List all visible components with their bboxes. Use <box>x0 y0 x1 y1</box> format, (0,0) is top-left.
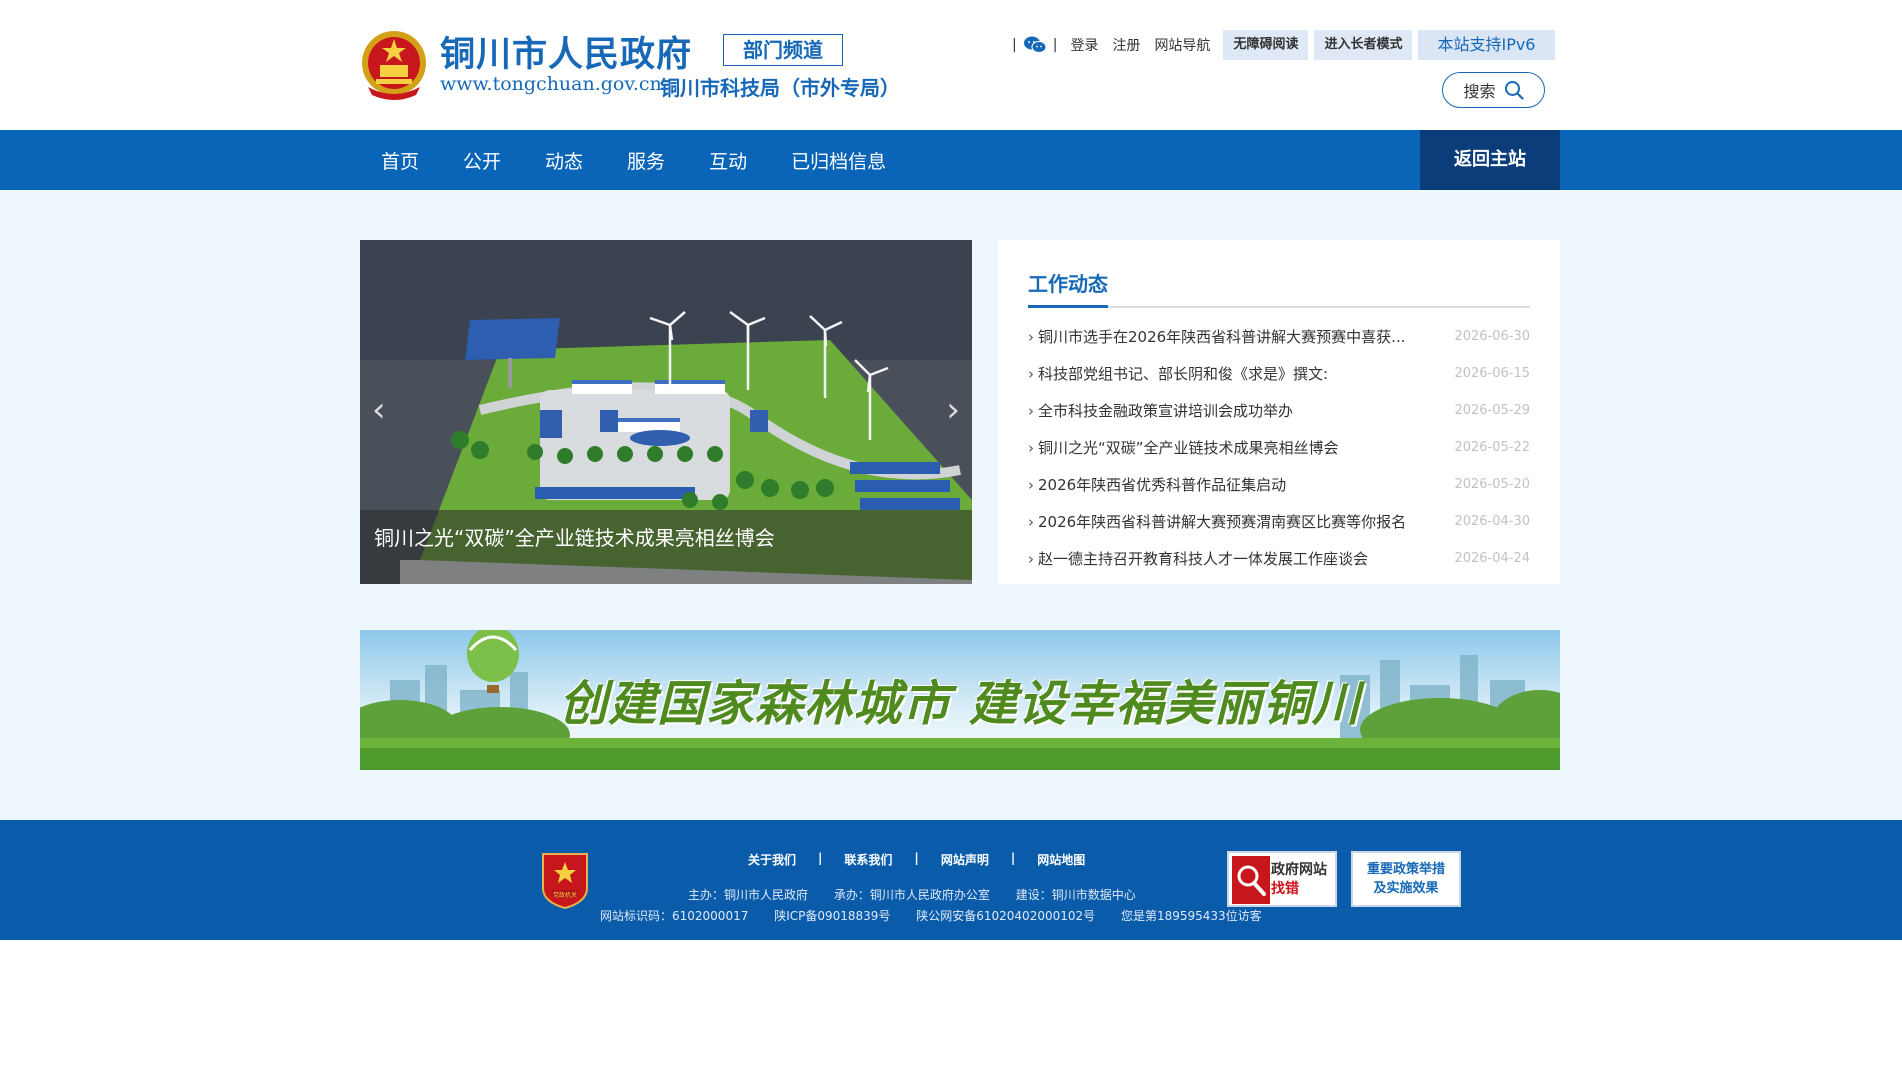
footer-link-statement[interactable]: 网站声明 <box>941 851 989 868</box>
title-accent-bar <box>1028 305 1108 308</box>
footer-link-sitemap[interactable]: 网站地图 <box>1037 851 1085 868</box>
forest-city-banner[interactable]: 创建国家森林城市 建设幸福美丽铜川 <box>360 630 1560 770</box>
footer-police-record[interactable]: 陕公网安备61020402000102号 <box>916 909 1095 923</box>
channel-badge: 部门频道 <box>723 34 843 66</box>
list-item[interactable]: 铜川之光“双碳”全产业链技术成果亮相丝博会 2026-05-22 <box>1028 429 1530 466</box>
nav-item-news[interactable]: 动态 <box>545 147 583 174</box>
nav-item-service[interactable]: 服务 <box>627 147 665 174</box>
news-item-date: 2026-04-24 <box>1454 551 1530 566</box>
news-item-date: 2026-05-29 <box>1454 403 1530 418</box>
news-panel-title[interactable]: 工作动态 <box>1028 268 1108 297</box>
footer-registration: 网站标识码：6102000017 陕ICP备09018839号 陕公网安备610… <box>600 907 1284 924</box>
badge-text: 党政机关 <box>553 891 577 899</box>
department-name: 铜川市科技局（市外专局） <box>660 76 900 100</box>
login-link[interactable]: 登录 <box>1070 35 1098 55</box>
list-item[interactable]: 铜川市选手在2026年陕西省科普讲解大赛预赛中喜获... 2026-06-30 <box>1028 318 1530 355</box>
list-item[interactable]: 科技部党组书记、部长阴和俊《求是》撰文: 2026-06-15 <box>1028 355 1530 392</box>
elder-mode-button[interactable]: 进入长者模式 <box>1314 30 1413 60</box>
search-label: 搜索 <box>1463 82 1496 101</box>
footer-link-contact[interactable]: 联系我们 <box>844 851 892 868</box>
list-item[interactable]: 全市科技金融政策宣讲培训会成功举办 2026-05-29 <box>1028 392 1530 429</box>
return-main-site-button[interactable]: 返回主站 <box>1420 130 1560 190</box>
site-nav-link[interactable]: 网站导航 <box>1154 35 1210 55</box>
footer-links: 关于我们 | 联系我们 | 网站声明 | 网站地图 <box>748 851 1085 868</box>
top-links-bar: | | 登录 注册 网站导航 无障碍阅读 进入长者模式 本站支持IPv6 <box>1006 30 1555 60</box>
site-title: 铜川市人民政府 <box>440 34 693 75</box>
policy-line1: 重要政策举措 <box>1366 862 1445 877</box>
carousel-caption[interactable]: 铜川之光“双碳”全产业链技术成果亮相丝博会 <box>374 522 775 551</box>
magnifier-icon <box>1232 856 1270 904</box>
main-nav: 首页 公开 动态 服务 互动 已归档信息 返回主站 <box>0 130 1902 190</box>
footer-icp[interactable]: 陕ICP备09018839号 <box>774 909 890 923</box>
news-item-title[interactable]: 科技部党组书记、部长阴和俊《求是》撰文: <box>1028 363 1328 384</box>
banner-slogan: 创建国家森林城市 建设幸福美丽铜川 <box>559 676 1361 732</box>
news-item-title[interactable]: 2026年陕西省科普讲解大赛预赛渭南赛区比赛等你报名 <box>1028 511 1406 532</box>
ipv6-badge: 本站支持IPv6 <box>1418 30 1555 60</box>
policy-line2: 及实施效果 <box>1373 881 1439 896</box>
news-item-date: 2026-06-15 <box>1454 366 1530 381</box>
site-url[interactable]: www.tongchuan.gov.cn <box>440 73 662 95</box>
footer-organizer: 承办：铜川市人民政府办公室 <box>833 888 990 902</box>
footer-site-code: 网站标识码：6102000017 <box>600 909 749 923</box>
find-error-line1: 政府网站 <box>1271 862 1327 878</box>
divider: | <box>1012 37 1017 53</box>
news-item-date: 2026-05-22 <box>1454 440 1530 455</box>
party-government-badge-icon[interactable]: 党政机关 <box>540 850 590 910</box>
nav-item-interaction[interactable]: 互动 <box>709 147 747 174</box>
register-link[interactable]: 注册 <box>1112 35 1140 55</box>
work-news-panel: 工作动态 铜川市选手在2026年陕西省科普讲解大赛预赛中喜获... 2026-0… <box>998 240 1560 584</box>
find-error-label: 政府网站 找错 <box>1271 861 1327 899</box>
nav-item-open[interactable]: 公开 <box>463 147 501 174</box>
accessible-reading-button[interactable]: 无障碍阅读 <box>1223 30 1309 60</box>
carousel-caption-bar: 铜川之光“双碳”全产业链技术成果亮相丝博会 <box>360 510 972 584</box>
news-item-title[interactable]: 铜川之光“双碳”全产业链技术成果亮相丝博会 <box>1028 437 1339 458</box>
news-item-date: 2026-06-30 <box>1454 329 1530 344</box>
list-item[interactable]: 赵一德主持召开教育科技人才一体发展工作座谈会 2026-04-24 <box>1028 540 1530 577</box>
divider: | <box>914 851 919 865</box>
site-header: 铜川市人民政府 部门频道 www.tongchuan.gov.cn 铜川市科技局… <box>0 0 1902 130</box>
news-item-title[interactable]: 赵一德主持召开教育科技人才一体发展工作座谈会 <box>1028 548 1368 569</box>
news-item-date: 2026-04-30 <box>1454 514 1530 529</box>
important-policy-button[interactable]: 重要政策举措 及实施效果 <box>1351 851 1461 907</box>
find-error-line2: 找错 <box>1271 881 1299 897</box>
national-emblem-icon <box>362 31 426 100</box>
find-error-button[interactable]: 政府网站 找错 <box>1227 851 1337 907</box>
carousel-prev-icon[interactable]: ‹ <box>372 390 386 430</box>
news-item-title[interactable]: 2026年陕西省优秀科普作品征集启动 <box>1028 474 1286 495</box>
nav-item-home[interactable]: 首页 <box>381 147 419 174</box>
divider: | <box>1010 851 1016 865</box>
divider: | <box>1052 37 1058 53</box>
divider: | <box>818 851 823 865</box>
news-carousel[interactable]: ‹ › 铜川之光“双碳”全产业链技术成果亮相丝博会 <box>360 240 972 584</box>
search-button[interactable]: 搜索 <box>1442 72 1545 108</box>
footer-builder: 建设：铜川市数据中心 <box>1015 888 1136 902</box>
footer-link-about[interactable]: 关于我们 <box>748 851 796 868</box>
search-icon <box>1504 81 1524 100</box>
news-list: 铜川市选手在2026年陕西省科普讲解大赛预赛中喜获... 2026-06-30 … <box>1028 318 1530 577</box>
news-item-date: 2026-05-20 <box>1454 477 1530 492</box>
wechat-icon[interactable] <box>1023 35 1047 55</box>
nav-item-archived[interactable]: 已归档信息 <box>791 147 886 174</box>
list-item[interactable]: 2026年陕西省优秀科普作品征集启动 2026-05-20 <box>1028 466 1530 503</box>
list-item[interactable]: 2026年陕西省科普讲解大赛预赛渭南赛区比赛等你报名 2026-04-30 <box>1028 503 1530 540</box>
footer-credits: 主办：铜川市人民政府 承办：铜川市人民政府办公室 建设：铜川市数据中心 <box>688 886 1158 903</box>
news-item-title[interactable]: 全市科技金融政策宣讲培训会成功举办 <box>1028 400 1293 421</box>
site-footer: 党政机关 关于我们 | 联系我们 | 网站声明 | 网站地图 主办：铜川市人民政… <box>0 820 1902 940</box>
footer-visitor-count: 您是第189595433位访客 <box>1120 909 1262 923</box>
carousel-next-icon[interactable]: › <box>946 390 960 430</box>
news-item-title[interactable]: 铜川市选手在2026年陕西省科普讲解大赛预赛中喜获... <box>1028 326 1405 347</box>
footer-sponsor: 主办：铜川市人民政府 <box>688 888 809 902</box>
